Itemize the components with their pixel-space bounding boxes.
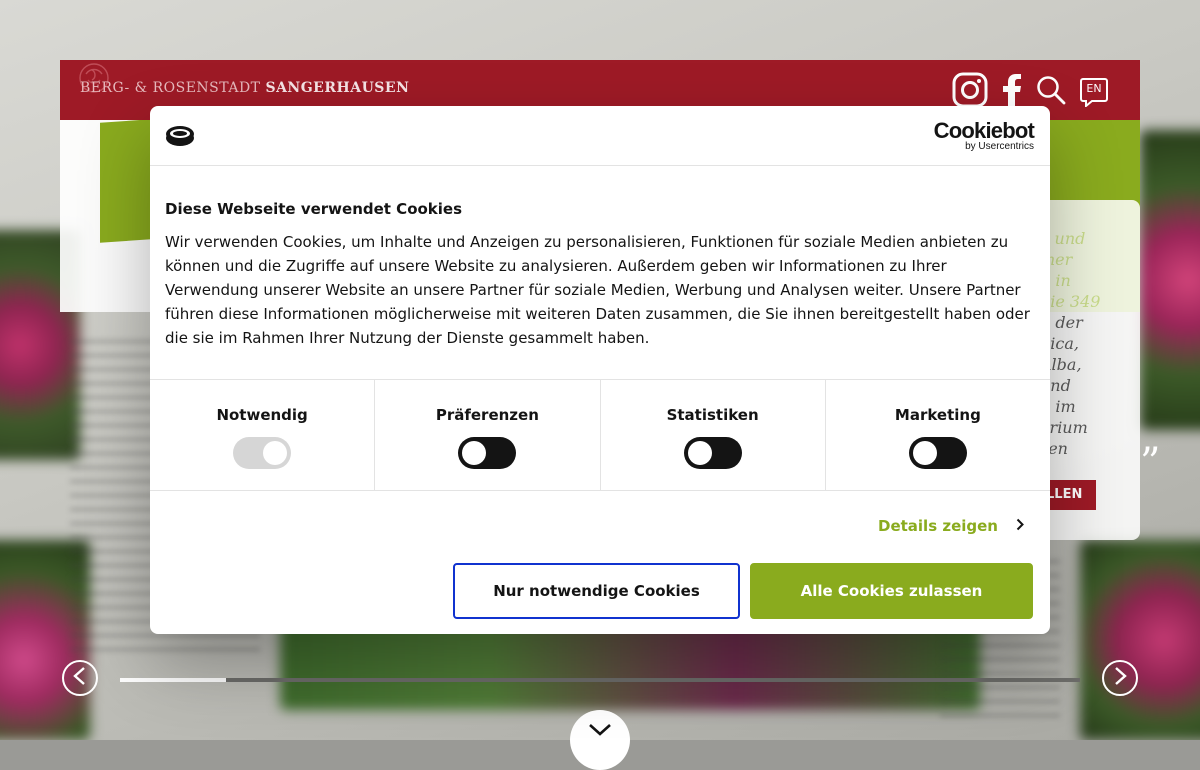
slider-progress-fill bbox=[120, 678, 226, 682]
toggle-switch-marketing[interactable] bbox=[908, 437, 967, 469]
toggle-group-marketing: Marketing bbox=[826, 380, 1050, 490]
teaser-line: und bbox=[1040, 376, 1071, 395]
teaser-line: mer bbox=[1040, 250, 1073, 269]
teaser-line: n im bbox=[1040, 397, 1076, 416]
chevron-down-icon bbox=[588, 722, 612, 770]
site-title-prefix: BERG- & ROSENSTADT bbox=[80, 80, 266, 96]
toggle-label-marketing: Marketing bbox=[894, 406, 981, 424]
teaser-line: n der bbox=[1040, 313, 1083, 332]
cookie-dialog-header: Cookiebot by Usercentrics bbox=[150, 106, 1050, 166]
cookiebot-name: Cookiebot bbox=[933, 118, 1035, 143]
toggle-switch-statistics[interactable] bbox=[683, 437, 742, 469]
chevron-left-icon bbox=[72, 667, 88, 689]
slider-progress bbox=[120, 678, 1080, 682]
quote-mark: ” bbox=[1140, 440, 1161, 486]
slider-next-button[interactable] bbox=[1102, 660, 1138, 696]
rose-photo-right bbox=[1140, 130, 1200, 430]
teaser-line: sen bbox=[1040, 439, 1068, 458]
cookiebot-logo[interactable]: Cookiebot by Usercentrics bbox=[933, 118, 1035, 152]
cookie-icon bbox=[164, 124, 196, 152]
language-label: EN bbox=[1086, 82, 1102, 95]
chevron-right-icon bbox=[1112, 667, 1128, 689]
teaser-line: Alba, bbox=[1040, 355, 1082, 374]
cookie-consent-dialog: Cookiebot by Usercentrics Diese Webseite… bbox=[150, 106, 1050, 634]
search-icon[interactable] bbox=[1036, 75, 1066, 109]
allow-all-cookies-button[interactable]: Alle Cookies zulassen bbox=[750, 563, 1033, 619]
toggle-switch-preferences[interactable] bbox=[458, 437, 517, 469]
necessary-cookies-button[interactable]: Nur notwendige Cookies bbox=[453, 563, 740, 619]
scroll-down-button[interactable] bbox=[570, 710, 630, 770]
chevron-right-icon bbox=[1016, 516, 1024, 535]
language-icon[interactable]: EN bbox=[1080, 77, 1108, 107]
teaser-line: n in bbox=[1040, 271, 1071, 290]
toggle-switch-necessary bbox=[233, 437, 292, 469]
site-title[interactable]: BERG- & ROSENSTADT SANGERHAUSEN bbox=[80, 80, 409, 96]
toggle-group-preferences: Präferenzen bbox=[375, 380, 601, 490]
toggle-group-necessary: Notwendig bbox=[150, 380, 376, 490]
cookie-category-toggles: Notwendig Präferenzen Statistiken Market… bbox=[150, 379, 1050, 491]
cookie-dialog-text: Wir verwenden Cookies, um Inhalte und An… bbox=[165, 233, 1030, 347]
toggle-group-statistics: Statistiken bbox=[601, 380, 826, 490]
site-title-city: SANGERHAUSEN bbox=[265, 80, 410, 96]
teaser-text: e und mer n in die 349 n der llica, Alba… bbox=[1040, 228, 1140, 459]
rose-photo-right-bottom bbox=[1080, 540, 1200, 740]
teaser-line: e und bbox=[1040, 229, 1086, 248]
details-label: Details zeigen bbox=[878, 516, 998, 535]
cookie-dialog-title: Diese Webseite verwendet Cookies bbox=[165, 200, 463, 218]
toggle-label-necessary: Notwendig bbox=[216, 406, 308, 424]
details-link[interactable]: Details zeigen bbox=[878, 516, 1024, 535]
teaser-line: llica, bbox=[1040, 334, 1079, 353]
toggle-label-preferences: Präferenzen bbox=[435, 406, 539, 424]
slider-prev-button[interactable] bbox=[62, 660, 98, 696]
teaser-line: arium bbox=[1040, 418, 1088, 437]
teaser-line: die 349 bbox=[1040, 292, 1101, 311]
cookiebot-subtitle: by Usercentrics bbox=[965, 141, 1034, 152]
toggle-label-statistics: Statistiken bbox=[666, 406, 759, 424]
